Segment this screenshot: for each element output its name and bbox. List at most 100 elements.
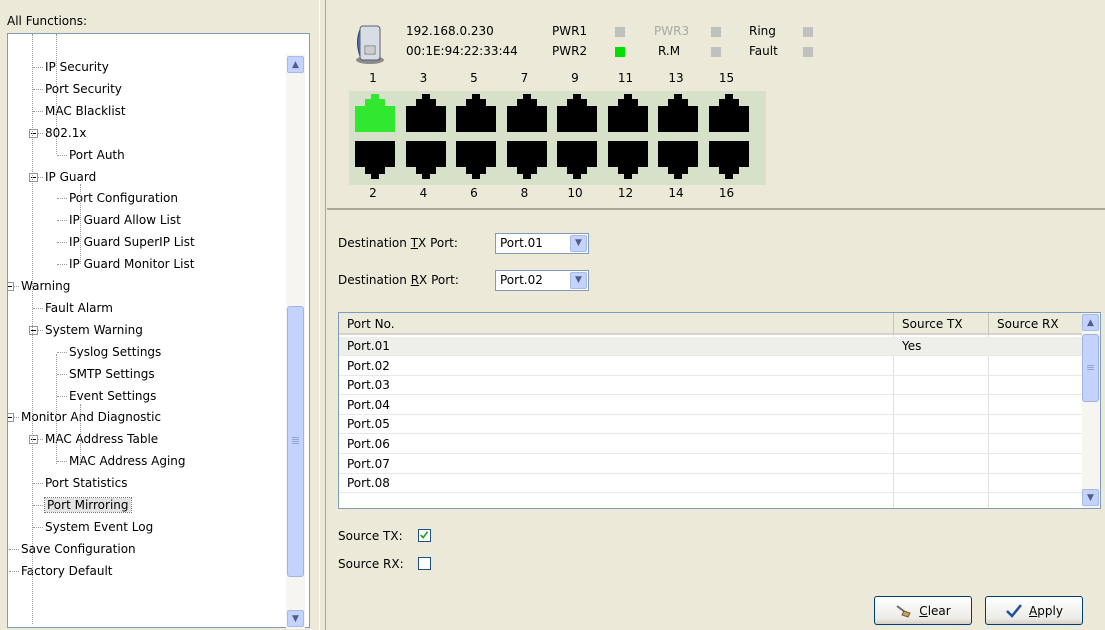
tree-item-ip-guard-monitor-list[interactable]: IP Guard Monitor List — [69, 254, 194, 275]
collapse-icon[interactable] — [29, 128, 38, 138]
tree-item-ip-guard-superip-list[interactable]: IP Guard SuperIP List — [69, 232, 195, 253]
source-tx-cell — [894, 455, 989, 474]
port-10-icon[interactable] — [557, 141, 597, 179]
tree-item-save-configuration[interactable]: Save Configuration — [21, 539, 136, 560]
port-1-icon[interactable] — [355, 94, 395, 132]
table-row[interactable]: Port.08 — [339, 474, 1084, 494]
fault-label: Fault — [749, 44, 778, 58]
clear-button[interactable]: Clear — [874, 596, 972, 625]
chevron-down-icon[interactable]: ▼ — [570, 235, 587, 252]
pwr3-led — [711, 27, 721, 37]
source-tx-cell — [894, 357, 989, 376]
tree-item-monitor-and-diagnostic[interactable]: Monitor And Diagnostic — [21, 407, 161, 428]
ring-led — [803, 27, 813, 37]
collapse-icon[interactable] — [29, 172, 38, 182]
column-header-port[interactable]: Port No. — [339, 313, 894, 335]
port-11-icon[interactable] — [607, 94, 648, 132]
scroll-down-icon[interactable]: ▼ — [1082, 489, 1099, 506]
port-number-5: 5 — [470, 71, 478, 85]
tree-item-mac-address-table[interactable]: MAC Address Table — [45, 429, 158, 450]
tree-item-port-auth[interactable]: Port Auth — [69, 145, 125, 166]
source-rx-cell — [989, 357, 1084, 376]
tree-item-label: Warning — [21, 279, 71, 293]
table-row[interactable]: Port.03 — [339, 376, 1084, 396]
tree-scrollbar[interactable]: ▲ ▼ — [286, 54, 305, 629]
dest-tx-port-value: Port.01 — [500, 236, 543, 250]
tree-item-802-1x[interactable]: 802.1x — [45, 123, 86, 144]
panel-splitter[interactable] — [319, 0, 326, 630]
port-7-icon[interactable] — [506, 94, 547, 132]
port-5-icon[interactable] — [456, 94, 496, 132]
collapse-icon[interactable] — [8, 282, 14, 291]
apply-button[interactable]: Apply — [985, 596, 1083, 625]
column-header-source-rx[interactable]: Source RX — [989, 313, 1084, 335]
collapse-icon[interactable] — [8, 413, 14, 423]
tree-item-ip-guard-allow-list[interactable]: IP Guard Allow List — [69, 210, 181, 231]
function-tree-heading: All Functions: — [7, 14, 88, 28]
source-tx-cell — [894, 474, 989, 493]
tree-scroll-thumb[interactable] — [287, 306, 304, 577]
table-row[interactable]: Port.01 Yes — [339, 337, 1084, 356]
table-row[interactable]: Port.05 — [339, 415, 1084, 435]
port-12-icon[interactable] — [607, 141, 648, 179]
tree-item-label: IP Guard Allow List — [69, 213, 181, 228]
tree-item-warning[interactable]: Warning — [21, 276, 70, 297]
scroll-up-icon[interactable]: ▲ — [1082, 314, 1099, 331]
table-row[interactable]: Port.06 — [339, 435, 1084, 454]
column-header-source-tx[interactable]: Source TX — [894, 313, 989, 335]
fault-led — [803, 47, 813, 57]
tree-item-ip-guard[interactable]: IP Guard — [45, 167, 96, 188]
tree-item-syslog-settings[interactable]: Syslog Settings — [69, 342, 161, 363]
port-15-icon[interactable] — [708, 94, 749, 132]
pwr3-label: PWR3 — [654, 24, 690, 38]
tree-item-system-event-log[interactable]: System Event Log — [45, 517, 153, 538]
port-4-icon[interactable] — [405, 141, 446, 179]
mirror-source-table: Port No. Source TX Source RX Port.01 Yes P… — [338, 312, 1101, 509]
tree-item-fault-alarm[interactable]: Fault Alarm — [45, 298, 113, 319]
scroll-down-icon[interactable]: ▼ — [287, 610, 304, 627]
tree-item-ip-security[interactable]: IP Security — [45, 57, 109, 78]
source-rx-cell — [989, 396, 1084, 415]
port-number-1: 1 — [369, 71, 377, 85]
tree-item-system-warning[interactable]: System Warning — [45, 320, 143, 341]
collapse-icon[interactable] — [29, 325, 38, 335]
port-13-icon[interactable] — [658, 94, 698, 132]
source-rx-checkbox[interactable] — [418, 557, 431, 570]
port-2-icon[interactable] — [355, 141, 395, 179]
source-tx-cell — [894, 435, 989, 454]
collapse-icon[interactable] — [29, 435, 38, 445]
tree-item-mac-blacklist[interactable]: MAC Blacklist — [45, 101, 126, 122]
tree-item-port-statistics[interactable]: Port Statistics — [45, 473, 127, 494]
port-6-icon[interactable] — [456, 141, 496, 179]
tree-item-smtp-settings[interactable]: SMTP Settings — [69, 364, 155, 385]
chevron-down-icon[interactable]: ▼ — [570, 272, 587, 289]
table-row[interactable]: Port.07 — [339, 455, 1084, 474]
tree-item-label: MAC Blacklist — [45, 103, 126, 118]
source-tx-cell — [894, 396, 989, 415]
dest-rx-port-select[interactable]: Port.02 ▼ — [495, 270, 589, 291]
tree-item-port-configuration[interactable]: Port Configuration — [69, 188, 178, 209]
port-16-icon[interactable] — [708, 141, 749, 179]
port-9-icon[interactable] — [557, 94, 597, 132]
port-8-icon[interactable] — [506, 141, 547, 179]
scroll-up-icon[interactable]: ▲ — [287, 56, 304, 73]
table-scroll-thumb[interactable] — [1082, 334, 1099, 402]
table-scrollbar[interactable]: ▲ ▼ — [1082, 313, 1100, 508]
dest-tx-port-select[interactable]: Port.01 ▼ — [495, 233, 589, 254]
table-row[interactable]: Port.04 — [339, 396, 1084, 415]
pwr2-led — [615, 47, 625, 57]
source-tx-checkbox[interactable] — [418, 529, 431, 542]
port-14-icon[interactable] — [658, 141, 698, 179]
table-row[interactable]: Port.02 — [339, 357, 1084, 376]
tree-item-event-settings[interactable]: Event Settings — [69, 386, 156, 407]
port-3-icon[interactable] — [405, 94, 446, 132]
tree-item-label: Monitor And Diagnostic — [21, 410, 162, 425]
device-mac: 00:1E:94:22:33:44 — [406, 44, 518, 58]
source-tx-cell: Yes — [902, 339, 922, 353]
pwr1-led — [615, 27, 625, 37]
tree-item-mac-address-aging[interactable]: MAC Address Aging — [69, 451, 186, 472]
function-tree-panel: All Functions: IP Security Port Security M… — [0, 0, 319, 630]
tree-item-port-mirroring[interactable]: Port Mirroring — [44, 495, 132, 516]
port-number-16: 16 — [718, 186, 735, 200]
tree-item-factory-default[interactable]: Factory Default — [21, 561, 113, 582]
